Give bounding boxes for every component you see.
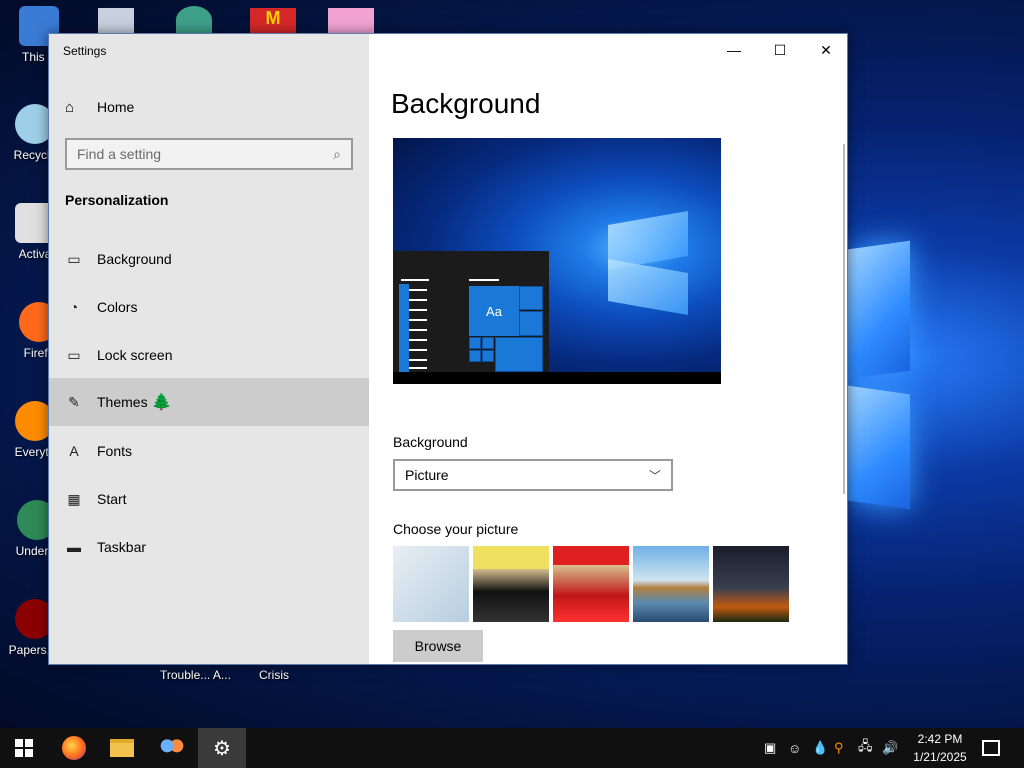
browse-button[interactable]: Browse [393, 630, 483, 662]
nav-home-label: Home [97, 99, 135, 115]
desktop-icon-top-4[interactable] [328, 8, 374, 34]
search-input[interactable]: Find a setting ⌕ [65, 138, 353, 170]
picture-thumbnail[interactable] [473, 546, 549, 622]
background-label: Background [393, 434, 468, 450]
network-icon[interactable]: 🖧 [858, 737, 876, 759]
section-title: Personalization [65, 192, 169, 208]
preview-accent-strip [399, 284, 409, 372]
picture-thumbnail[interactable] [393, 546, 469, 622]
clock[interactable]: 2:42 PM 1/21/2025 [902, 730, 978, 766]
notifications-button[interactable] [970, 728, 1012, 768]
preview-tile [482, 337, 494, 349]
wallpaper-logo-pane [848, 385, 910, 510]
notification-icon [982, 740, 1000, 756]
home-icon: ⌂ [65, 98, 75, 116]
choose-picture-label: Choose your picture [393, 521, 519, 537]
taskbar-app[interactable] [148, 728, 196, 768]
desktop-label-crisis[interactable]: Crisis [259, 668, 289, 682]
taskbar-icon: ▬ [67, 539, 81, 555]
preview-tile [495, 337, 543, 372]
preview-tile-aa: Aa [469, 286, 519, 336]
nav-item-label: Themes [97, 394, 148, 410]
window-title: Settings [63, 44, 107, 58]
firefox-icon [62, 736, 86, 760]
nav-item-lock-screen[interactable]: ▭ Lock screen [49, 331, 369, 379]
people-tray-icon[interactable]: ☺ [788, 741, 806, 756]
fonts-icon: A [69, 443, 79, 459]
picture-thumbnails [393, 546, 789, 622]
background-type-dropdown[interactable]: Picture ﹀ [393, 459, 673, 491]
gear-icon: ⚙ [213, 737, 231, 760]
content-pane: Background Aa Background Picture ﹀ Choos… [369, 34, 847, 664]
preview-tile [469, 350, 481, 362]
preview-tile [482, 350, 494, 362]
nav-item-label: Fonts [97, 443, 133, 459]
picture-thumbnail[interactable] [713, 546, 789, 622]
preview-taskbar [393, 372, 721, 384]
taskbar-settings[interactable]: ⚙ [198, 728, 246, 768]
search-placeholder: Find a setting [77, 146, 162, 162]
clock-date: 1/21/2025 [913, 750, 967, 764]
desktop-icon-top-3[interactable]: M [250, 8, 296, 34]
windows-logo-icon [15, 739, 33, 757]
nav-item-label: Background [97, 251, 172, 267]
start-button[interactable] [0, 728, 48, 768]
chevron-down-icon: ﹀ [648, 468, 661, 483]
preview-menu-line [401, 279, 429, 281]
picture-thumbnail[interactable] [633, 546, 709, 622]
folder-icon [110, 739, 134, 757]
desktop-label-troubleshoot[interactable]: Trouble... A... [160, 668, 231, 682]
people-icon [160, 737, 184, 759]
nav-item-label: Start [97, 491, 127, 507]
security-icon[interactable]: ▣ [764, 740, 782, 756]
nav-pane: Settings ⌂ Home Find a setting ⌕ Persona… [49, 34, 369, 664]
wallpaper-logo-pane [848, 240, 910, 380]
clock-time: 2:42 PM [917, 732, 963, 746]
start-icon: ▦ [67, 490, 81, 507]
taskbar-firefox[interactable] [50, 728, 98, 768]
preview-tile [519, 311, 543, 336]
nav-item-taskbar[interactable]: ▬ Taskbar [49, 523, 369, 571]
picture-thumbnail[interactable] [553, 546, 629, 622]
themes-icon: ✎ [68, 393, 80, 410]
nav-item-label: Lock screen [97, 347, 173, 363]
page-title: Background [391, 88, 541, 119]
dropdown-value: Picture [405, 467, 449, 483]
nav-home[interactable]: ⌂ Home [49, 90, 369, 124]
picture-icon: ▭ [67, 250, 81, 267]
search-icon: ⌕ [333, 145, 341, 162]
taskbar: ⚙ ▣ ☺ 💧 ⚲ 🖧 🔊 2:42 PM 1/21/2025 [0, 728, 1024, 768]
system-tray: ▣ ☺ 💧 ⚲ 🖧 🔊 [764, 728, 900, 768]
volume-icon[interactable]: 🔊 [882, 740, 900, 756]
preview-tile [469, 337, 481, 349]
palette-icon: ◔ [69, 299, 79, 315]
nav-item-fonts[interactable]: A Fonts [49, 427, 369, 475]
nav-item-label: Colors [97, 299, 138, 315]
preview-tiles-header [469, 279, 499, 281]
search-tool-icon[interactable]: ⚲ [834, 740, 850, 756]
settings-window: Settings ⌂ Home Find a setting ⌕ Persona… [48, 33, 848, 665]
preview-tile [519, 286, 543, 310]
nav-item-colors[interactable]: ◔ Colors [49, 283, 369, 331]
tree-cursor-icon: 🌲 [151, 394, 172, 411]
content-scrollbar[interactable] [843, 144, 845, 494]
taskbar-file-explorer[interactable] [98, 728, 146, 768]
preview-logo-pane [608, 258, 688, 316]
background-preview: Aa [393, 138, 721, 384]
lock-screen-icon: ▭ [67, 346, 81, 363]
droplet-icon[interactable]: 💧 [812, 740, 828, 756]
nav-item-start[interactable]: ▦ Start [49, 475, 369, 523]
desktop-icon-top-2[interactable] [176, 6, 212, 34]
desktop-icon-top-1[interactable] [98, 8, 134, 34]
nav-item-label: Taskbar [97, 539, 147, 555]
nav-item-themes[interactable]: ✎ Themes 🌲 [49, 378, 369, 426]
nav-item-background[interactable]: ▭ Background [49, 235, 369, 283]
